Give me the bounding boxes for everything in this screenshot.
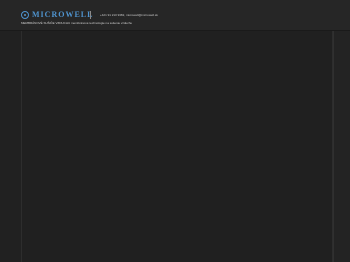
- brand-logo[interactable]: MICROWELL: [21, 11, 93, 19]
- header-separator: [90, 11, 91, 19]
- tagline: MEMBRÁNOVÉ SUŠIČE VZDUCHU membránové tec…: [21, 21, 133, 25]
- site-header: MICROWELL +421 91 210 9382, microwell@mi…: [0, 0, 350, 31]
- main-content: [21, 31, 333, 262]
- microwell-logo-icon: [21, 11, 29, 19]
- page: MICROWELL +421 91 210 9382, microwell@mi…: [0, 0, 350, 262]
- contact-info: +421 91 210 9382, microwell@microwell.sk: [100, 13, 158, 17]
- logo-text: MICROWELL: [32, 10, 94, 19]
- right-rail: [333, 31, 350, 262]
